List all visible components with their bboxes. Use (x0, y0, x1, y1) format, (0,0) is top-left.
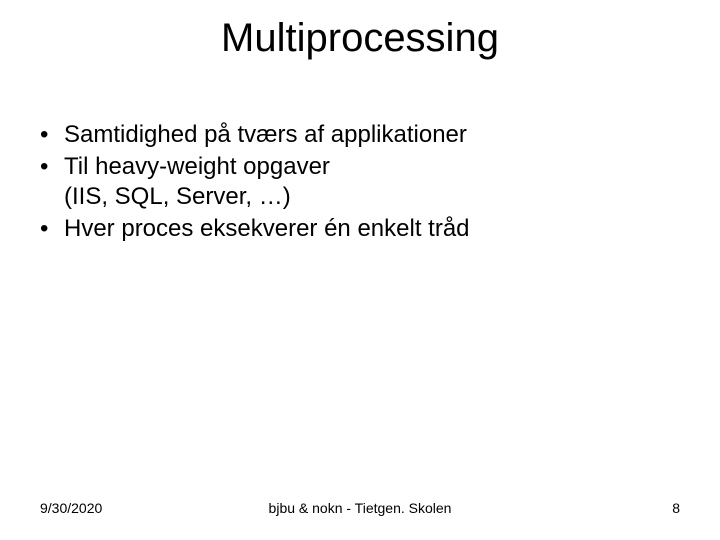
list-item: Hver proces eksekverer én enkelt tråd (40, 214, 680, 244)
bullet-text: Hver proces eksekverer én enkelt tråd (64, 215, 470, 242)
slide-footer: 9/30/2020 bjbu & nokn - Tietgen. Skolen … (0, 496, 720, 516)
list-item: Til heavy-weight opgaver (IIS, SQL, Serv… (40, 152, 680, 212)
footer-page-number: 8 (672, 500, 680, 516)
bullet-text: Samtidighed på tværs af applikationer (64, 121, 467, 148)
list-item: Samtidighed på tværs af applikationer (40, 120, 680, 150)
footer-center: bjbu & nokn - Tietgen. Skolen (0, 500, 720, 516)
slide-title: Multiprocessing (0, 16, 720, 61)
bullet-subtext: (IIS, SQL, Server, …) (64, 182, 680, 212)
bullet-list: Samtidighed på tværs af applikationer Ti… (40, 120, 680, 244)
slide-body: Samtidighed på tværs af applikationer Ti… (40, 120, 680, 246)
bullet-text: Til heavy-weight opgaver (64, 153, 330, 180)
slide: Multiprocessing Samtidighed på tværs af … (0, 0, 720, 540)
